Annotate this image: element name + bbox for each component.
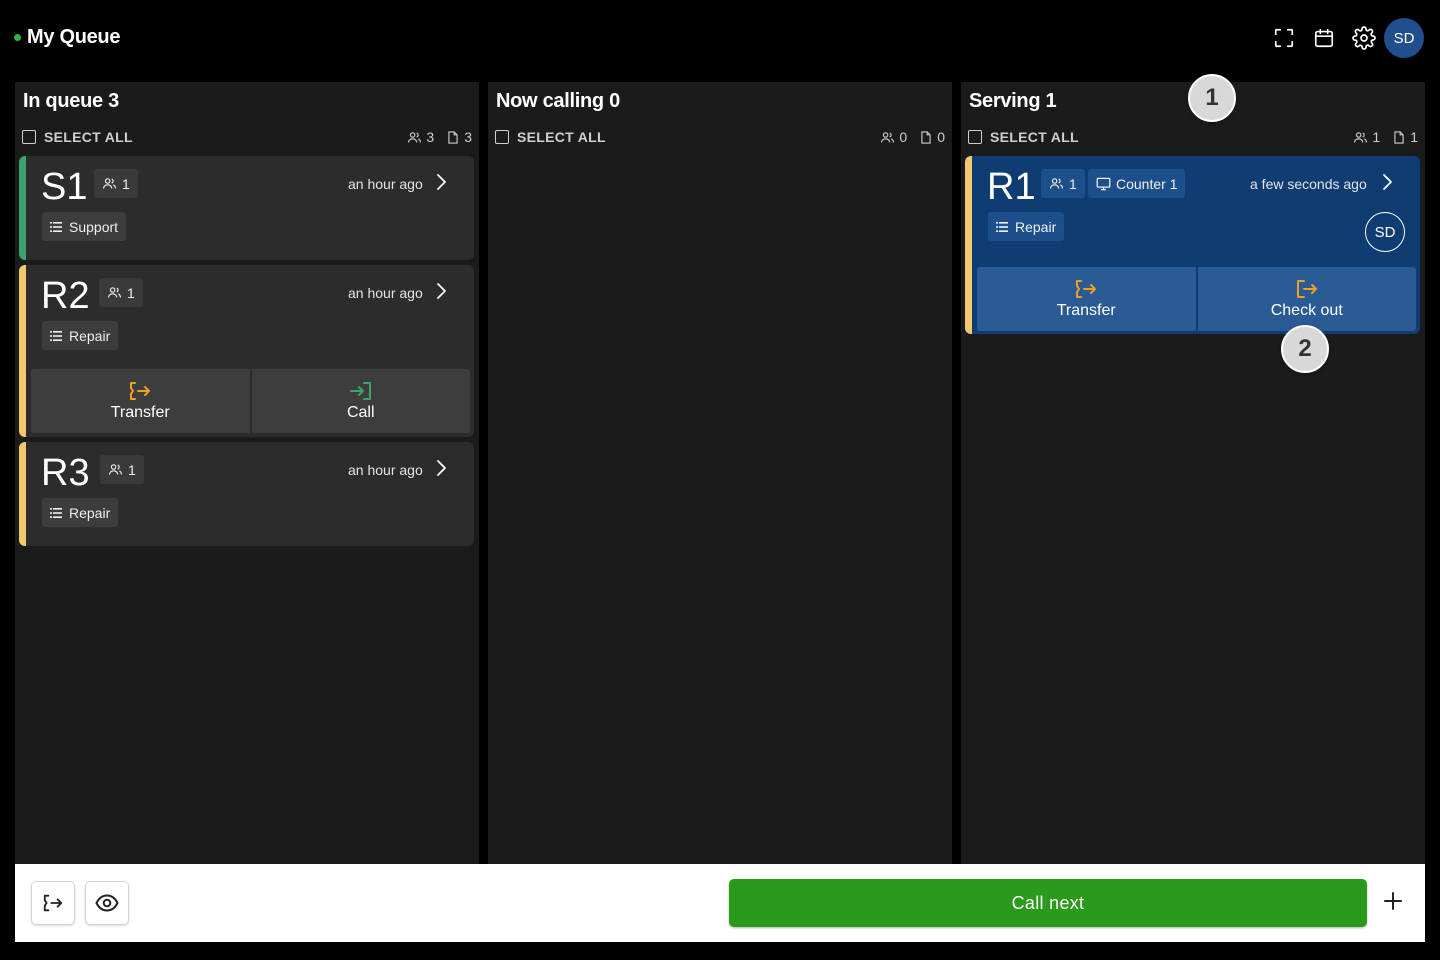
ticket-count: 0 xyxy=(919,129,945,145)
login-icon xyxy=(349,381,371,400)
column-toolbar: SELECT ALL 0 0 xyxy=(495,127,945,147)
column-title: In queue 3 xyxy=(23,90,119,112)
card-actions: Transfer Call xyxy=(31,369,470,433)
select-all-checkbox[interactable] xyxy=(968,130,982,144)
app-header: My Queue SD xyxy=(0,0,1440,78)
people-icon xyxy=(1354,131,1368,143)
select-all-label[interactable]: SELECT ALL xyxy=(990,129,1079,145)
people-badge: 1 xyxy=(99,278,143,307)
card-status-stripe xyxy=(19,265,26,437)
transfer-button[interactable]: Transfer xyxy=(31,369,250,433)
document-icon xyxy=(448,130,458,144)
online-status-dot xyxy=(14,34,21,41)
ticket-number: S1 xyxy=(41,166,88,208)
list-icon xyxy=(50,330,62,341)
check-out-button[interactable]: Check out xyxy=(1197,267,1416,331)
select-all-checkbox[interactable] xyxy=(22,130,36,144)
list-icon xyxy=(50,221,62,232)
card-actions: Transfer Check out xyxy=(977,267,1416,331)
document-icon xyxy=(1394,130,1404,144)
column-title: Serving 1 xyxy=(969,90,1057,112)
service-tag: Repair xyxy=(42,498,119,527)
column-title: Now calling 0 xyxy=(496,90,620,112)
callout-marker-2: 2 xyxy=(1281,325,1329,373)
chevron-right-icon[interactable] xyxy=(1381,173,1393,196)
logout-icon xyxy=(1296,279,1317,298)
people-icon xyxy=(408,131,422,143)
select-all-label[interactable]: SELECT ALL xyxy=(517,129,606,145)
ticket-number: R3 xyxy=(41,452,90,494)
header-actions: SD xyxy=(1264,18,1424,58)
list-icon xyxy=(50,507,62,518)
people-icon xyxy=(881,131,895,143)
list-icon xyxy=(996,221,1008,232)
column-in-queue: In queue 3 SELECT ALL 3 3 S1 1 an hour a… xyxy=(15,82,479,864)
document-icon xyxy=(921,130,931,144)
ticket-number: R2 xyxy=(41,275,90,317)
eye-icon xyxy=(95,894,119,912)
page-title: My Queue xyxy=(27,26,121,48)
people-count: 1 xyxy=(1353,129,1380,145)
call-button[interactable]: Call xyxy=(251,369,470,433)
counter-badge: Counter 1 xyxy=(1088,169,1186,198)
column-now-calling: Now calling 0 SELECT ALL 0 0 xyxy=(488,82,952,864)
chevron-right-icon[interactable] xyxy=(435,459,447,482)
people-badge: 1 xyxy=(100,455,144,484)
ticket-count: 1 xyxy=(1392,129,1418,145)
select-all-label[interactable]: SELECT ALL xyxy=(44,129,133,145)
transfer-icon xyxy=(1076,279,1097,298)
ticket-card-r2[interactable]: R2 1 an hour ago Repair Transfer Call xyxy=(19,265,474,437)
people-icon xyxy=(1050,178,1063,189)
chevron-right-icon[interactable] xyxy=(435,282,447,305)
gear-icon[interactable] xyxy=(1344,18,1384,58)
visibility-button[interactable] xyxy=(85,881,129,925)
select-all-checkbox[interactable] xyxy=(495,130,509,144)
people-icon xyxy=(108,287,121,298)
column-toolbar: SELECT ALL 3 3 xyxy=(22,127,472,147)
fullscreen-icon[interactable] xyxy=(1264,18,1304,58)
ticket-time: an hour ago xyxy=(348,176,423,192)
call-next-button[interactable]: Call next xyxy=(729,879,1367,927)
transfer-icon xyxy=(130,381,151,400)
callout-marker-1: 1 xyxy=(1188,74,1236,122)
footer-toolbar: Call next xyxy=(15,864,1425,942)
column-counts: 3 3 xyxy=(395,129,472,145)
column-counts: 1 1 xyxy=(1341,129,1418,145)
ticket-count: 3 xyxy=(446,129,472,145)
ticket-time: an hour ago xyxy=(348,462,423,478)
user-avatar[interactable]: SD xyxy=(1384,18,1424,58)
column-toolbar: SELECT ALL 1 1 xyxy=(968,127,1418,147)
people-badge: 1 xyxy=(94,169,138,198)
people-icon xyxy=(103,178,116,189)
transfer-button[interactable]: Transfer xyxy=(977,267,1196,331)
people-count: 3 xyxy=(407,129,434,145)
ticket-card-r1[interactable]: R1 1 Counter 1 a few seconds ago Repair … xyxy=(965,156,1420,334)
chevron-right-icon[interactable] xyxy=(435,173,447,196)
people-icon xyxy=(109,464,122,475)
ticket-time: an hour ago xyxy=(348,285,423,301)
ticket-number: R1 xyxy=(987,166,1036,208)
service-tag: Support xyxy=(42,212,127,241)
card-status-stripe xyxy=(19,156,26,260)
people-count: 0 xyxy=(880,129,907,145)
ticket-card-s1[interactable]: S1 1 an hour ago Support xyxy=(19,156,474,260)
card-status-stripe xyxy=(19,442,26,546)
ticket-time: a few seconds ago xyxy=(1250,176,1367,192)
monitor-icon xyxy=(1096,177,1111,190)
calendar-icon[interactable] xyxy=(1304,18,1344,58)
assigned-user-avatar: SD xyxy=(1365,212,1405,252)
card-status-stripe xyxy=(965,156,972,334)
app-title: My Queue xyxy=(14,26,120,49)
transfer-icon xyxy=(43,894,63,912)
plus-icon[interactable] xyxy=(1381,889,1405,913)
column-serving: Serving 1 SELECT ALL 1 1 R1 1 Counter 1 … xyxy=(961,82,1425,864)
service-tag: Repair xyxy=(988,212,1065,241)
service-tag: Repair xyxy=(42,321,119,350)
column-counts: 0 0 xyxy=(868,129,945,145)
ticket-card-r3[interactable]: R3 1 an hour ago Repair xyxy=(19,442,474,546)
transfer-all-button[interactable] xyxy=(31,881,75,925)
people-badge: 1 xyxy=(1041,169,1085,198)
